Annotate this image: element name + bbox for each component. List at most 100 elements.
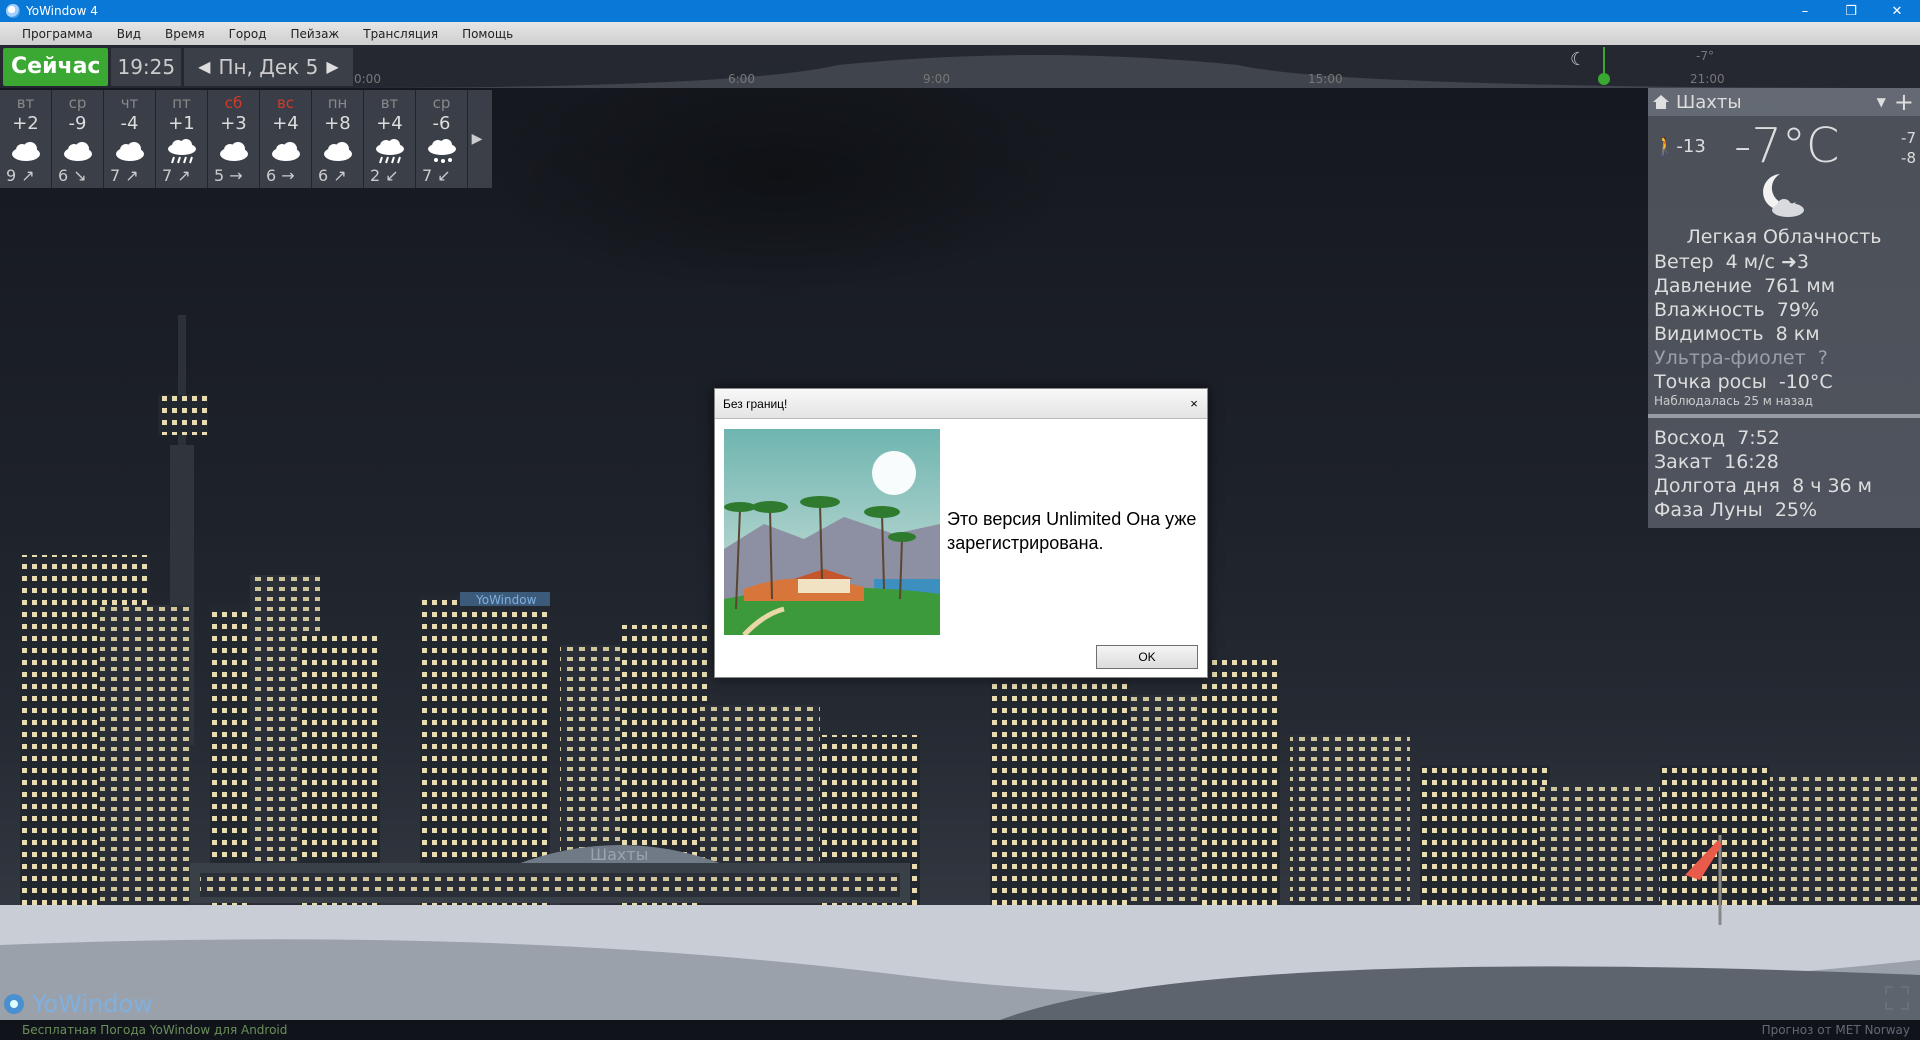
day-temp: +4 bbox=[376, 113, 403, 134]
daylight-curve bbox=[338, 47, 1920, 88]
forecast-day[interactable]: пн +8 6 ↗ bbox=[312, 90, 364, 188]
timeline-label: 0:00 bbox=[354, 72, 381, 86]
day-name: ср bbox=[432, 94, 451, 112]
weather-panel: Шахты ▼ + 🚶-13 -7°C -7 -8 Легкая Облачно… bbox=[1648, 88, 1920, 528]
menu-help[interactable]: Помощь bbox=[450, 27, 525, 41]
detail-row: Точка росы -10°C bbox=[1654, 371, 1833, 393]
forecast-day[interactable]: ср -6 7 ↙ bbox=[416, 90, 468, 188]
day-temp: -6 bbox=[432, 113, 451, 134]
add-city-icon[interactable]: + bbox=[1894, 88, 1914, 116]
day-temp: -4 bbox=[120, 113, 139, 134]
rain-icon bbox=[364, 136, 415, 166]
day-wind: 7 ↗ bbox=[162, 166, 191, 185]
cloud-icon bbox=[104, 136, 155, 166]
forecast-source[interactable]: Прогноз от MET Norway bbox=[1762, 1023, 1920, 1037]
day-timeline[interactable]: 0:00 6:00 9:00 15:00 21:00 -7° ☾ bbox=[338, 45, 1920, 88]
forecast-day[interactable]: сб +3 5 → bbox=[208, 90, 260, 188]
close-button[interactable]: ✕ bbox=[1874, 0, 1920, 22]
cloud-icon bbox=[312, 136, 363, 166]
chevron-down-icon[interactable]: ▼ bbox=[1877, 95, 1886, 109]
billboard-text: YoWindow bbox=[475, 593, 537, 607]
day-name: сб bbox=[224, 94, 243, 112]
restore-button[interactable]: ❐ bbox=[1828, 0, 1874, 22]
menu-city[interactable]: Город bbox=[217, 27, 279, 41]
temp-min: -8 bbox=[1901, 149, 1916, 167]
day-wind: 2 ↙ bbox=[370, 166, 399, 185]
day-wind: 6 ↗ bbox=[318, 166, 347, 185]
rain-icon bbox=[156, 136, 207, 166]
astro-row: Долгота дня 8 ч 36 м bbox=[1654, 475, 1873, 497]
current-temperature: -7°C bbox=[1734, 118, 1840, 174]
city-name: Шахты bbox=[1676, 91, 1742, 113]
logo-text: YoWindow bbox=[32, 990, 153, 1018]
day-wind: 9 ↗ bbox=[6, 166, 35, 185]
date-navigator: ◀ Пн, Дек 5 ▶ bbox=[184, 47, 353, 86]
menu-time[interactable]: Время bbox=[153, 27, 217, 41]
current-date: Пн, Дек 5 bbox=[218, 54, 319, 79]
dialog-close-icon[interactable]: × bbox=[1181, 396, 1207, 411]
weather-details: Ветер 4 м/с ➜3 Давление 761 мм Влажность… bbox=[1654, 250, 1835, 408]
astro-row: Фаза Луны 25% bbox=[1654, 499, 1818, 521]
snow-icon bbox=[416, 136, 467, 166]
day-name: пт bbox=[172, 94, 191, 112]
dialog-header: Без границ! × bbox=[715, 389, 1207, 419]
ok-button[interactable]: OK bbox=[1096, 645, 1198, 669]
day-name: пн bbox=[327, 94, 348, 112]
yowindow-logo[interactable]: YoWindow bbox=[0, 990, 153, 1018]
day-name: вс bbox=[276, 94, 295, 112]
status-bar: Бесплатная Погода YoWindow для Android П… bbox=[0, 1020, 1920, 1040]
day-temp: +3 bbox=[220, 113, 247, 134]
detail-row: Давление 761 мм bbox=[1654, 275, 1836, 297]
timeline-label: 21:00 bbox=[1690, 72, 1725, 86]
detail-row: Ветер 4 м/с ➜3 bbox=[1654, 251, 1809, 273]
registration-dialog: Без границ! × Это версия Unlimited Она у… bbox=[714, 388, 1208, 678]
window-title: YoWindow 4 bbox=[26, 4, 98, 18]
cloud-icon bbox=[260, 136, 311, 166]
detail-row: Видимость 8 км bbox=[1654, 323, 1820, 345]
day-name: ср bbox=[68, 94, 87, 112]
android-promo-link[interactable]: Бесплатная Погода YoWindow для Android bbox=[0, 1023, 1762, 1037]
prev-day-icon[interactable]: ◀ bbox=[190, 57, 218, 76]
forecast-day[interactable]: вс +4 6 → bbox=[260, 90, 312, 188]
day-temp: +4 bbox=[272, 113, 299, 134]
panel-divider bbox=[1648, 414, 1920, 418]
observed-time: Наблюдалась 25 м назад bbox=[1654, 394, 1813, 408]
menu-broadcast[interactable]: Трансляция bbox=[351, 27, 450, 41]
menu-program[interactable]: Программа bbox=[0, 27, 105, 41]
feels-like: 🚶-13 bbox=[1654, 136, 1706, 157]
moon-cloud-icon bbox=[1763, 174, 1804, 217]
astro-details: Восход 7:52 Закат 16:28 Долгота дня 8 ч … bbox=[1654, 426, 1872, 522]
window-titlebar: YoWindow 4 – ❐ ✕ bbox=[0, 0, 1920, 22]
forecast-next-icon[interactable]: ▶ bbox=[468, 90, 486, 188]
detail-row: Влажность 79% bbox=[1654, 299, 1820, 321]
menu-view[interactable]: Вид bbox=[105, 27, 153, 41]
current-time[interactable]: 19:25 bbox=[111, 47, 182, 86]
day-name: вт bbox=[16, 94, 35, 112]
forecast-day[interactable]: вт +2 9 ↗ bbox=[0, 90, 52, 188]
dialog-message: Это версия Unlimited Она уже зарегистрир… bbox=[947, 509, 1197, 553]
day-wind: 5 → bbox=[214, 166, 243, 185]
minimize-button[interactable]: – bbox=[1782, 0, 1828, 22]
timeline-label: 15:00 bbox=[1308, 72, 1343, 86]
person-icon: 🚶 bbox=[1654, 136, 1677, 157]
forecast-day[interactable]: ср -9 6 ↘ bbox=[52, 90, 104, 188]
city-selector[interactable]: Шахты ▼ + bbox=[1648, 88, 1920, 116]
day-temp: +2 bbox=[12, 113, 39, 134]
cloud-icon bbox=[52, 136, 103, 166]
forecast-day[interactable]: пт +1 7 ↗ bbox=[156, 90, 208, 188]
forecast-day[interactable]: чт -4 7 ↗ bbox=[104, 90, 156, 188]
now-button[interactable]: Сейчас bbox=[3, 47, 109, 86]
forecast-day[interactable]: вт +4 2 ↙ bbox=[364, 90, 416, 188]
timeline-label: 6:00 bbox=[728, 72, 755, 86]
day-wind: 7 ↙ bbox=[422, 166, 451, 185]
yowindow-app-icon bbox=[6, 4, 20, 18]
forecast-strip: вт +2 9 ↗ ср -9 6 ↘ чт -4 7 ↗ пт +1 7 ↗ … bbox=[0, 90, 492, 188]
cloud-icon bbox=[208, 136, 259, 166]
day-temp: +8 bbox=[324, 113, 351, 134]
menu-landscape[interactable]: Пейзаж bbox=[278, 27, 351, 41]
dialog-title: Без границ! bbox=[723, 396, 788, 411]
detail-row: Ультра-фиолет ? bbox=[1654, 347, 1828, 369]
station-sign: Шахты bbox=[590, 845, 648, 864]
day-wind: 7 ↗ bbox=[110, 166, 139, 185]
fullscreen-icon[interactable] bbox=[1884, 985, 1910, 1011]
